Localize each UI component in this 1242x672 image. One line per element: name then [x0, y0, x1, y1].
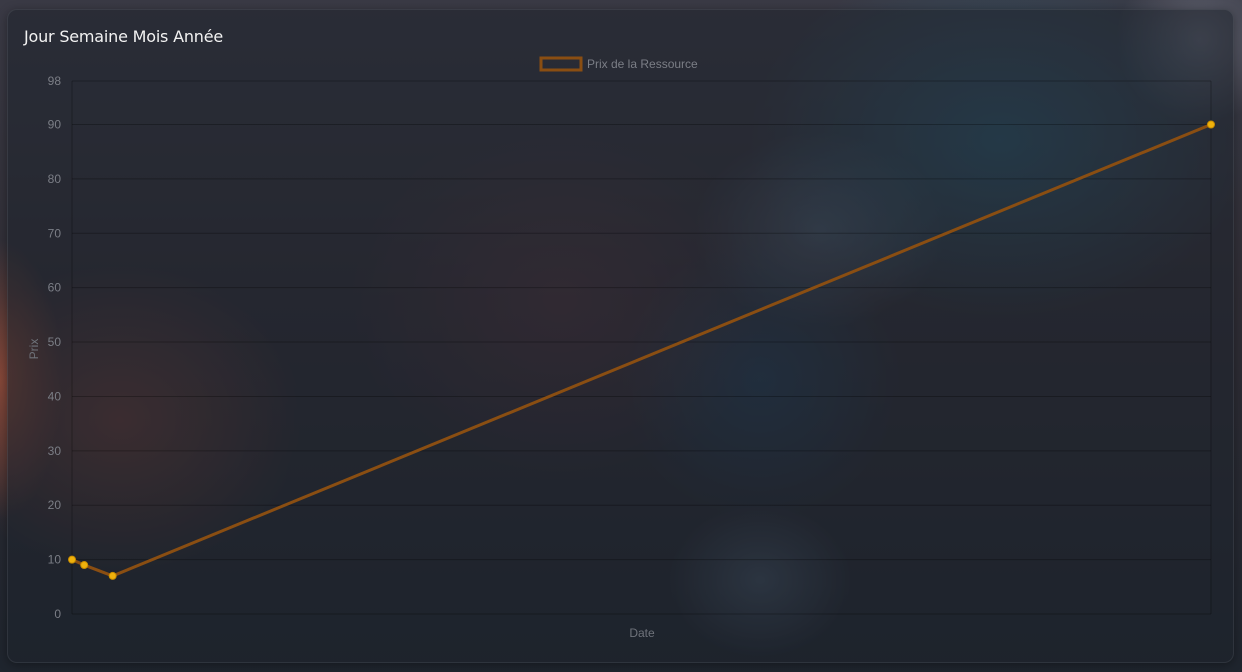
x-axis-title: Date	[629, 626, 655, 640]
legend[interactable]: Prix de la Ressource	[539, 56, 698, 72]
y-tick-label: 30	[48, 444, 62, 458]
data-point[interactable]	[1207, 120, 1215, 129]
y-tick-label: 20	[48, 498, 62, 512]
y-tick-label: 40	[48, 389, 62, 403]
legend-label: Prix de la Ressource	[587, 57, 698, 71]
y-tick-label: 80	[48, 172, 62, 186]
grid-lines	[71, 80, 1212, 615]
y-tick-label: 90	[48, 118, 62, 132]
y-axis-ticks: 0 10 20 30 40 50 60 70 80 90 98	[48, 74, 62, 621]
y-tick-label: 0	[54, 607, 61, 621]
y-tick-label: 50	[48, 335, 62, 349]
series-layer	[68, 120, 1215, 580]
line-chart: 0 10 20 30 40 50 60 70 80 90 98 Prix Date Prix de …	[27, 56, 1215, 640]
y-tick-label: 60	[48, 281, 62, 295]
data-point[interactable]	[108, 571, 117, 580]
y-tick-label: 10	[48, 553, 62, 567]
data-point[interactable]	[80, 561, 89, 570]
y-tick-label: 70	[48, 226, 62, 240]
y-tick-label: 98	[48, 74, 62, 88]
y-axis-title: Prix	[27, 339, 41, 360]
data-point[interactable]	[68, 555, 76, 564]
legend-swatch	[539, 56, 583, 72]
series-line	[71, 123, 1212, 578]
